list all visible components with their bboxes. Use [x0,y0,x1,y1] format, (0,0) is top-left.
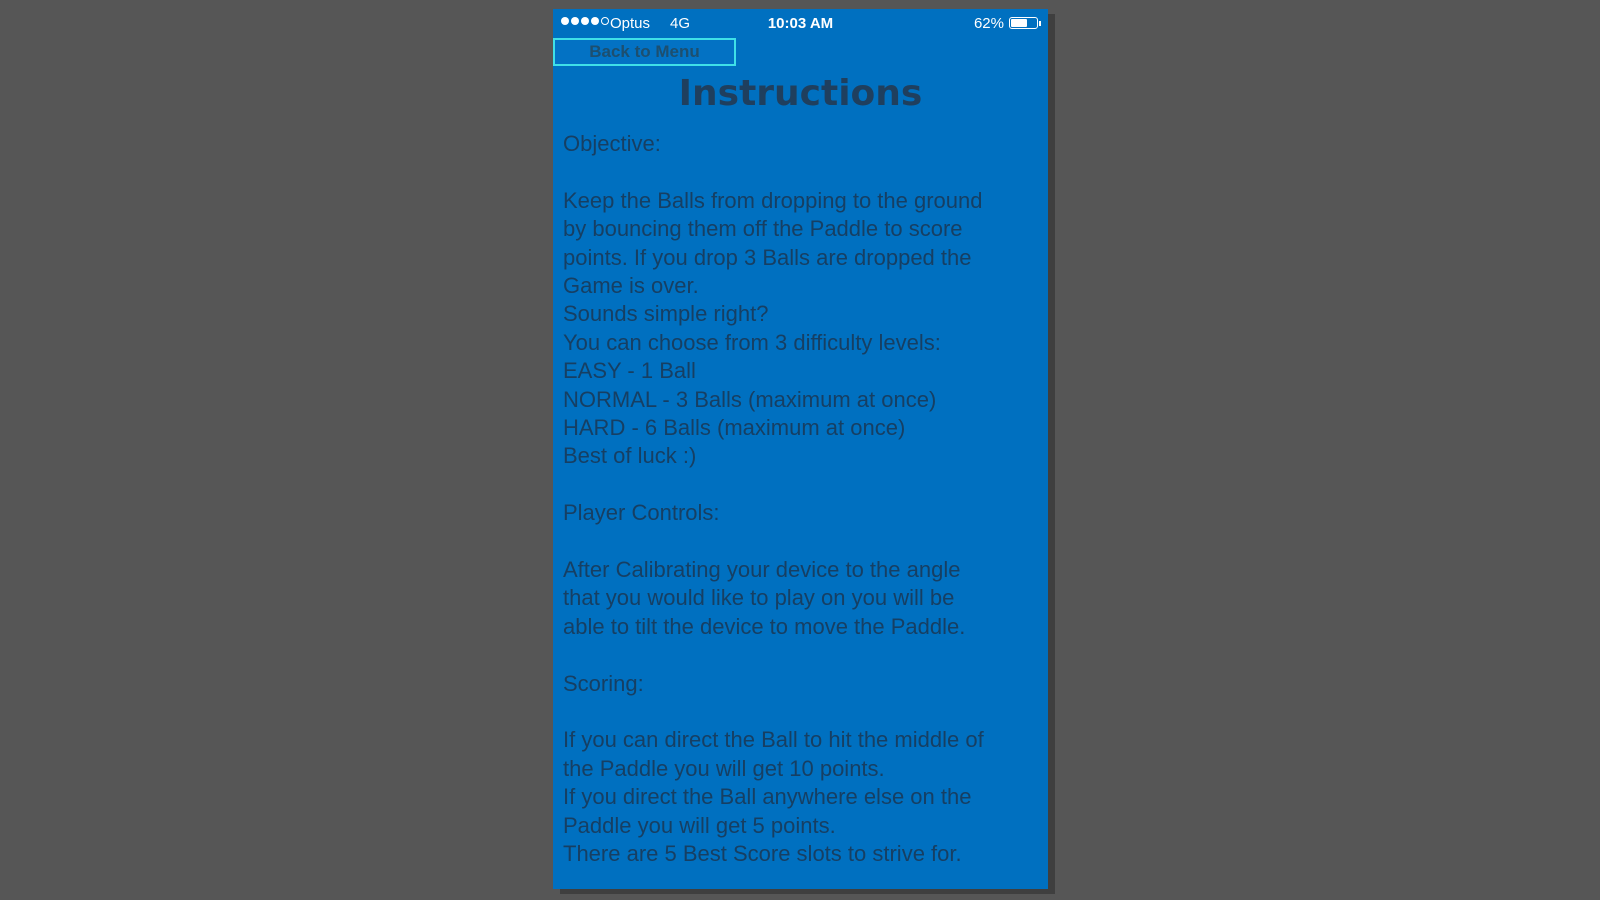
page-title: Instructions [678,73,923,114]
instruction-line: You can choose from 3 difficulty levels: [563,329,941,355]
instruction-line: Paddle you will get 5 points. [563,812,836,838]
instructions-content: Objective: Keep the Balls from dropping … [563,130,1043,868]
instruction-line: by bouncing them off the Paddle to score [563,216,963,242]
section-heading-objective: Objective: [563,131,661,156]
instruction-line: Game is over. [563,273,699,299]
difficulty-normal: NORMAL - 3 Balls (maximum at once) [563,386,937,412]
difficulty-easy: EASY - 1 Ball [563,358,696,384]
instruction-line: Sounds simple right? [563,301,769,327]
instruction-line: the Paddle you will get 10 points. [563,755,885,781]
instruction-line: that you would like to play on you will … [563,585,955,611]
instruction-line: Best of luck :) [563,443,697,469]
instruction-line: After Calibrating your device to the ang… [563,557,961,583]
instruction-line: points. If you drop 3 Balls are dropped … [563,244,972,270]
instruction-line: Keep the Balls from dropping to the grou… [563,187,983,213]
back-to-menu-button[interactable]: Back to Menu [553,38,736,66]
battery-percentage: 62% [973,15,1004,32]
battery-fill [1011,19,1027,27]
battery-icon [1009,17,1038,29]
difficulty-hard: HARD - 6 Balls (maximum at once) [563,415,906,441]
status-bar: Optus 4G 10:03 AM 62% [553,9,1048,39]
battery-tip [1039,21,1041,26]
instruction-line: If you can direct the Ball to hit the mi… [563,727,984,753]
section-heading-controls: Player Controls: [563,500,720,526]
instruction-line: If you direct the Ball anywhere else on … [563,784,972,810]
section-heading-scoring: Scoring: [563,670,644,696]
instruction-line: There are 5 Best Score slots to strive f… [563,841,962,867]
phone-screen: Optus 4G 10:03 AM 62% Back to Menu Instr… [553,9,1048,889]
instruction-line: able to tilt the device to move the Padd… [563,613,966,639]
